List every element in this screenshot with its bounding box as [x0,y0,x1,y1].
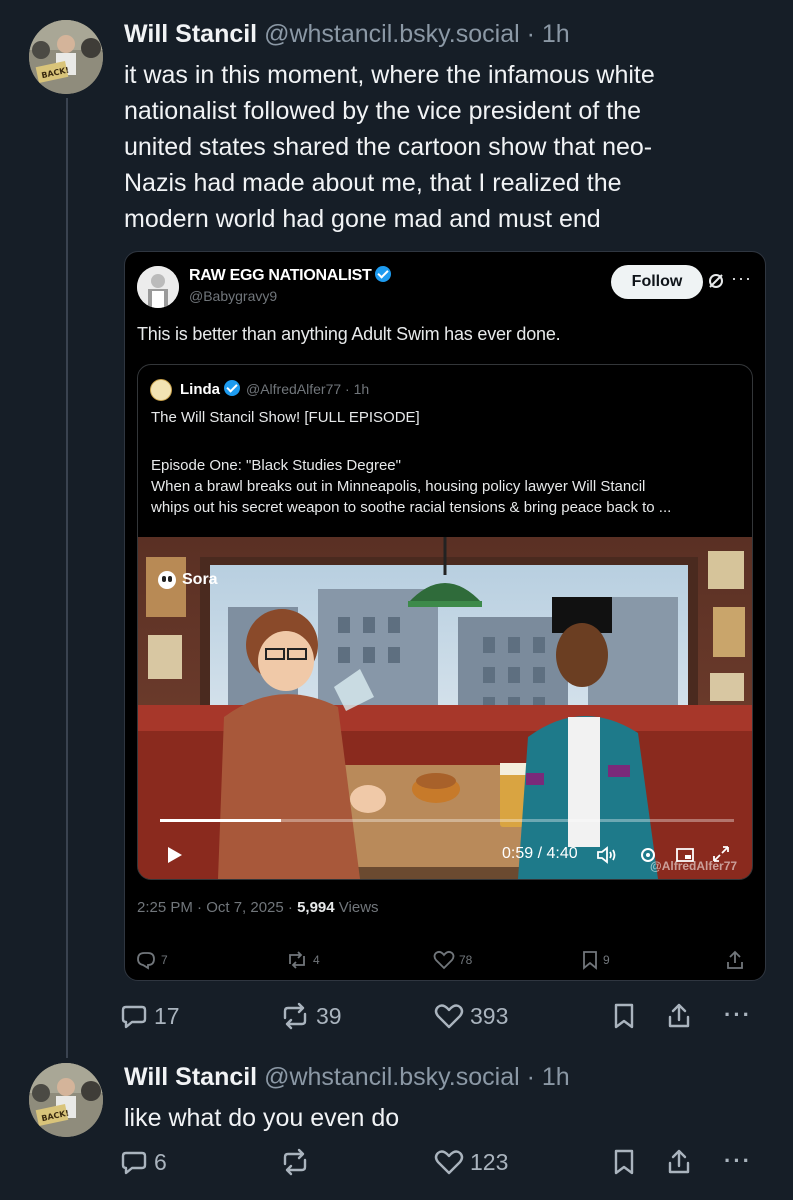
repost-count: 39 [316,1002,342,1029]
quoted-post: Linda @AlfredAlfer77 · 1h The Will Stanc… [137,364,753,880]
post-time[interactable]: · 1h [527,1063,570,1091]
quote-body: Episode One: "Black Studies Degree" When… [151,455,747,518]
reply-button[interactable]: 6 [120,1148,167,1176]
quote-body-line: When a brawl breaks out in Minneapolis, … [151,478,646,495]
verified-badge-icon [224,380,240,396]
post-text-line: modern world had gone mad and must end [124,205,601,233]
reply-icon [137,952,155,970]
post-text-line: Nazis had made about me, that I realized… [124,169,622,197]
bookmark-button[interactable] [612,1148,636,1176]
like-button[interactable]: 393 [434,1002,508,1030]
embed-author-name-text: RAW EGG NATIONALIST [189,267,372,284]
author-name[interactable]: Will Stancil [124,1063,257,1091]
like-count: 123 [470,1148,509,1175]
sora-label: Sora [182,571,218,588]
thread-connector-line [66,98,68,1058]
video-time: 0:59 / 4:40 [502,845,578,862]
embed-like-action: 78 [433,950,472,970]
embed-reply-action: 7 [135,950,168,970]
embed-more-icon: ··· [731,268,752,288]
quote-title: The Will Stancil Show! [FULL EPISODE] [151,409,420,426]
embed-repost-count: 4 [313,953,320,967]
repost-icon [289,951,305,969]
more-options-button[interactable]: ··· [724,1002,752,1028]
quote-body-line: Episode One: "Black Studies Degree" [151,457,401,474]
repost-icon [283,1148,307,1176]
reply-icon [121,1151,147,1175]
author-avatar[interactable]: BACK! [29,20,103,94]
sora-logo-icon [158,571,176,589]
reply-icon [121,1005,147,1029]
embed-post-timestamp: 2:25 PM · Oct 7, 2025 · [137,899,298,916]
quote-author-name: Linda [180,380,240,398]
bookmark-icon [614,1003,634,1029]
embedded-screenshot[interactable]: RAW EGG NATIONALIST @Babygravy9 Follow ·… [124,251,766,981]
embed-action-bar: 7 4 78 9 [135,950,755,974]
repost-button[interactable]: 39 [280,1002,342,1030]
share-icon [727,950,743,969]
embed-bookmark-action: 9 [581,950,610,970]
heart-icon [434,1004,464,1029]
share-icon [668,1149,690,1174]
heart-icon [433,950,455,970]
post-text: like what do you even do [124,1104,400,1132]
author-handle[interactable]: @whstancil.bsky.social [264,1063,520,1091]
embed-author-name: RAW EGG NATIONALIST [189,266,392,285]
quote-author-name-text: Linda [180,381,220,398]
video-player: Sora 0:59 / 4:40 @AlfredAlfer77 [138,537,752,879]
reply-count: 17 [154,1002,180,1029]
embed-reply-count: 7 [161,953,168,967]
post-text-line: nationalist followed by the vice preside… [124,97,641,125]
share-button[interactable] [666,1148,692,1176]
like-count: 393 [470,1002,509,1029]
embed-post-text: This is better than anything Adult Swim … [137,324,561,344]
embed-views-label: Views [334,899,379,916]
post-action-bar: 6 123 ··· [120,1148,760,1182]
reply-count: 6 [154,1148,167,1175]
share-icon [668,1003,690,1028]
video-progress-fill [160,819,281,822]
embed-bookmark-count: 9 [603,953,610,967]
more-options-button[interactable]: ··· [724,1148,752,1174]
like-button[interactable]: 123 [434,1148,508,1176]
more-options-icon: ··· [724,1002,752,1027]
more-options-icon: ··· [724,1148,752,1173]
video-corner-watermark: @AlfredAlfer77 [650,859,738,873]
bookmark-icon [614,1149,634,1175]
embed-like-count: 78 [459,953,473,967]
embed-author-handle: @Babygravy9 [189,288,278,304]
post-text-line: it was in this moment, where the infamou… [124,61,655,89]
post-header: Will Stancil @whstancil.bsky.social · 1h [124,20,570,49]
play-icon [168,847,182,863]
share-button[interactable] [666,1002,692,1030]
repost-icon [283,1002,307,1030]
embed-share-action [725,950,745,970]
heart-icon [434,1150,464,1175]
embed-author-avatar [137,266,179,308]
quote-body-line: whips out his secret weapon to soothe ra… [151,499,672,516]
embed-post-meta: 2:25 PM · Oct 7, 2025 · 5,994 Views [137,899,379,916]
grok-icon [707,272,725,295]
video-frame-illustration [138,537,752,879]
embed-repost-action: 4 [285,950,320,970]
bookmark-button[interactable] [612,1002,636,1030]
video-progress-bar [160,819,734,822]
verified-badge-icon [375,266,392,282]
reply-button[interactable]: 17 [120,1002,180,1030]
author-name[interactable]: Will Stancil [124,20,257,48]
post-time[interactable]: · 1h [527,20,570,48]
post-text: it was in this moment, where the infamou… [124,57,655,237]
embed-view-count: 5,994 [297,899,335,916]
author-avatar[interactable]: BACK! [29,1063,103,1137]
quote-author-avatar [150,379,172,401]
sora-watermark: Sora [158,571,218,589]
quote-author-handle: @AlfredAlfer77 · 1h [246,381,370,397]
post-header: Will Stancil @whstancil.bsky.social · 1h [124,1063,570,1092]
post-text-line: united states shared the cartoon show th… [124,133,653,161]
repost-button[interactable] [280,1148,310,1176]
embed-follow-button: Follow [611,265,703,299]
author-handle[interactable]: @whstancil.bsky.social [264,20,520,48]
bookmark-icon [583,951,597,970]
post-action-bar: 17 39 393 ··· [120,1002,760,1036]
